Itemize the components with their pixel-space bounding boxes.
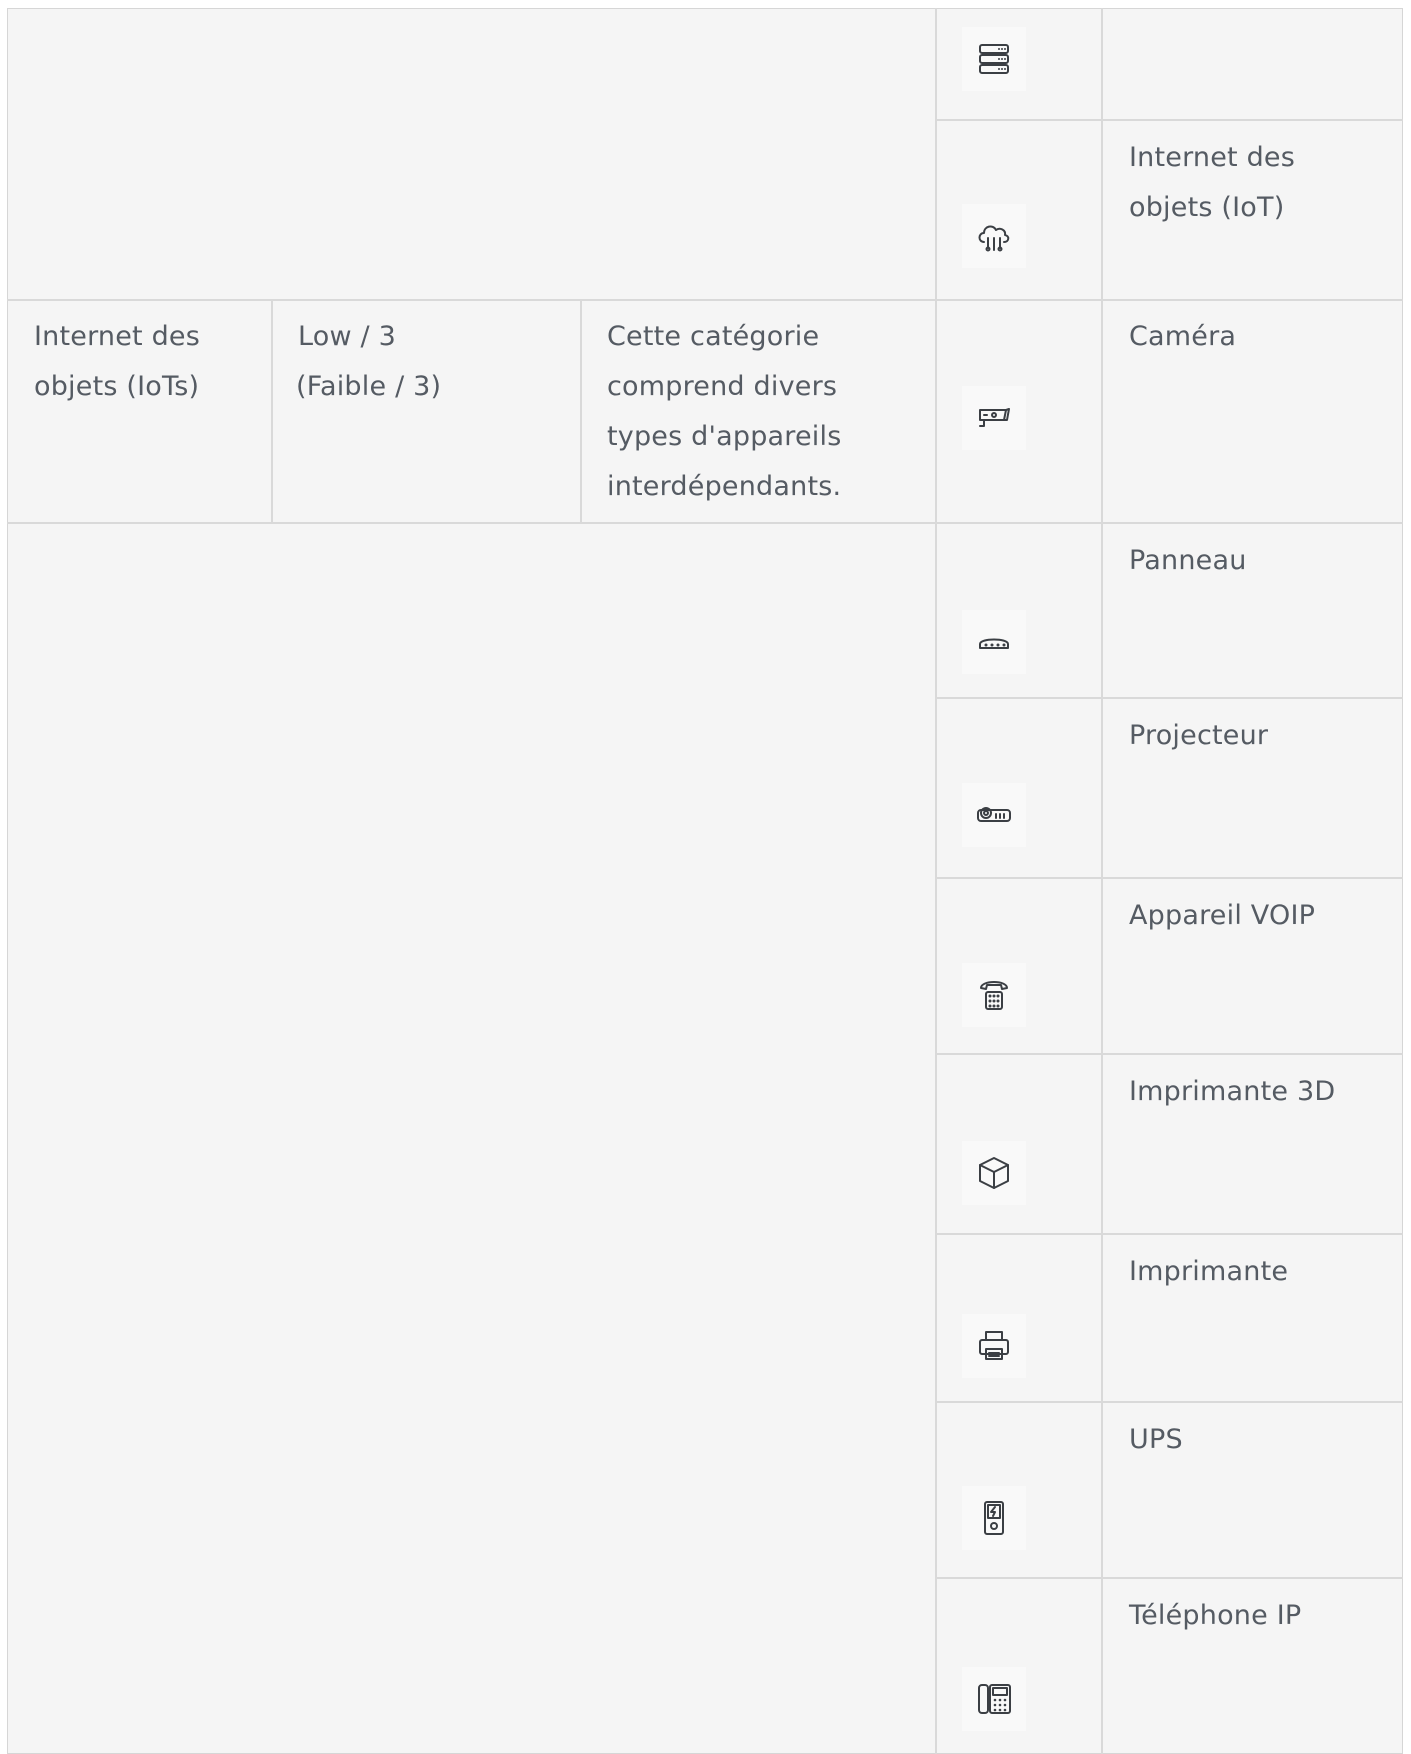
- priority-line-2: (Faible / 3): [296, 371, 442, 402]
- row-divider: [935, 119, 1403, 121]
- server-rack-icon: [962, 27, 1026, 91]
- device-category-table: [7, 8, 1403, 1754]
- row-divider: [935, 1577, 1403, 1579]
- description-line-4: interdépendants.: [607, 471, 842, 502]
- description-line-1: Cette catégorie: [607, 321, 820, 352]
- projector-icon: [962, 783, 1026, 847]
- priority-line-1: Low / 3: [298, 321, 397, 352]
- description-line-2: comprend divers: [607, 371, 838, 402]
- col-divider-label: [1101, 8, 1103, 1754]
- row-divider: [935, 1053, 1403, 1055]
- camera-icon: [962, 386, 1026, 450]
- row-divider: [7, 522, 1403, 524]
- device-label-ups: UPS: [1129, 1424, 1183, 1455]
- description-line-3: types d'appareils: [607, 421, 842, 452]
- device-label-camera: Caméra: [1129, 321, 1237, 352]
- row-divider: [935, 1233, 1403, 1235]
- col-divider-icon: [935, 8, 937, 1754]
- cloud-iot-icon: [962, 204, 1026, 268]
- printer-icon: [962, 1314, 1026, 1378]
- row-divider: [935, 1401, 1403, 1403]
- row-divider: [935, 697, 1403, 699]
- category-line-2: objets (IoTs): [34, 371, 200, 402]
- device-label-ip-phone: Téléphone IP: [1129, 1600, 1302, 1631]
- device-label-voip: Appareil VOIP: [1129, 900, 1316, 931]
- ups-battery-icon: [962, 1486, 1026, 1550]
- row-divider: [935, 877, 1403, 879]
- row-divider: [7, 299, 1403, 301]
- category-line-1: Internet des: [34, 321, 201, 352]
- ip-phone-icon: [962, 1667, 1026, 1731]
- voip-phone-icon: [962, 963, 1026, 1027]
- device-label-3d-printer: Imprimante 3D: [1129, 1076, 1336, 1107]
- cube-3d-printer-icon: [962, 1141, 1026, 1205]
- device-label-iot-line-1: Internet des: [1129, 142, 1296, 173]
- device-label-iot-line-2: objets (IoT): [1129, 192, 1285, 223]
- device-label-projector: Projecteur: [1129, 720, 1269, 751]
- device-label-printer: Imprimante: [1129, 1256, 1289, 1287]
- panel-icon: [962, 610, 1026, 674]
- device-label-panel: Panneau: [1129, 545, 1247, 576]
- col-divider-category: [271, 299, 273, 524]
- col-divider-priority: [580, 299, 582, 524]
